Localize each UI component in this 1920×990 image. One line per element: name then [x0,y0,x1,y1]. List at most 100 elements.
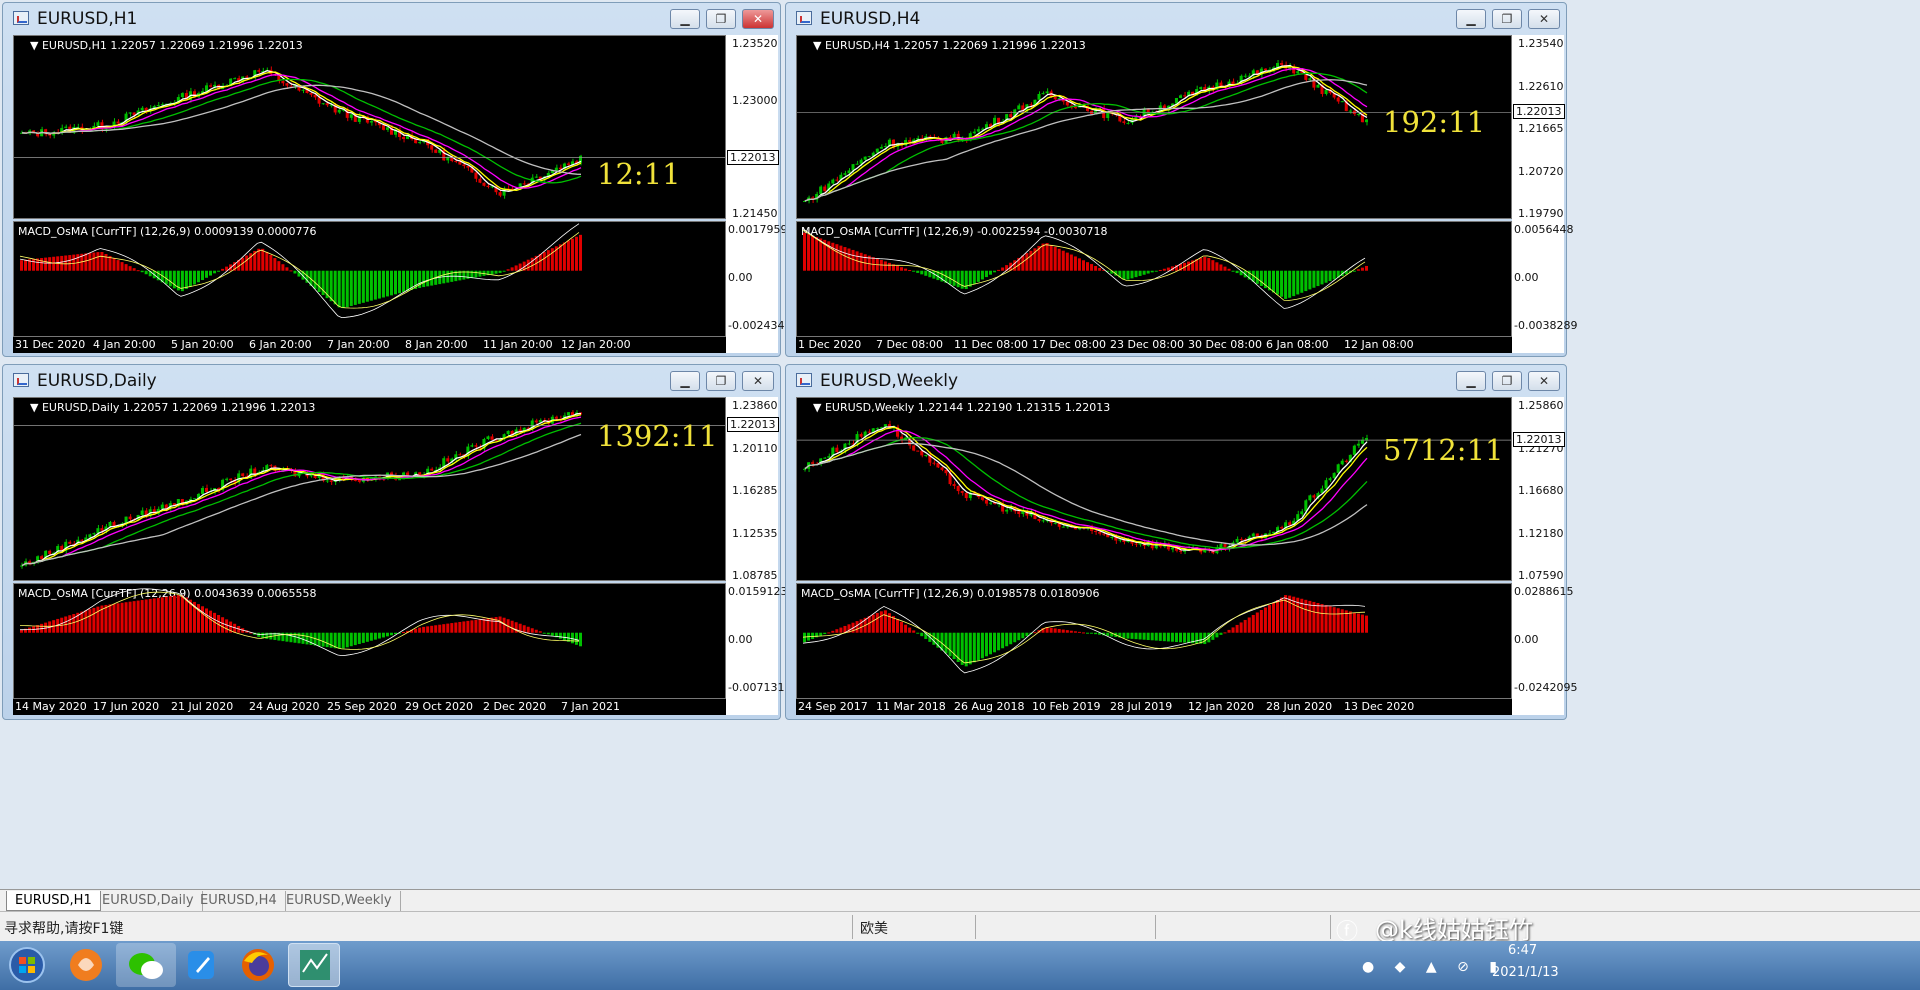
macd-panel[interactable]: MACD_OsMA [CurrTF] (12,26,9) 0.0043639 0… [13,583,726,699]
date-tick-label: 6 Jan 08:00 [1266,338,1329,351]
macd-panel[interactable]: MACD_OsMA [CurrTF] (12,26,9) -0.0022594 … [796,221,1512,337]
candle [64,539,68,554]
macd-bar [188,270,192,287]
price-axis: 1.235201.230001.224901.214501.220130.001… [726,35,791,353]
minimize-button[interactable]: ▁ [1456,371,1486,391]
taskbar-app-1[interactable] [56,943,116,987]
candle [1017,103,1021,110]
price-tick-label: 1.12180 [1518,526,1564,540]
candle [466,165,470,171]
candle [847,440,851,446]
maximize-button[interactable]: ❐ [1492,9,1522,29]
date-tick-label: 31 Dec 2020 [15,338,86,351]
candle [1340,100,1344,103]
macd-bar [1134,632,1138,640]
tab-h1[interactable]: EURUSD,H1 [6,891,101,911]
candle [1178,94,1183,99]
minimize-button[interactable]: ▁ [670,9,700,29]
macd-bar [466,620,470,633]
tab-weekly[interactable]: EURUSD,Weekly [278,891,401,911]
macd-bar [124,264,128,271]
macd-bar [1013,632,1017,643]
chart-window-icon [13,373,29,387]
macd-bar [353,270,357,305]
macd-bar [458,621,462,633]
price-tick-label: 1.16285 [732,484,778,497]
date-axis: 14 May 2020 17 Jun 2020 21 Jul 2020 24 Aug … [13,699,726,715]
chart-window-daily[interactable]: EURUSD,Daily ▁ ❐ ✕ ▼ EURUSD,Daily 1.2205… [2,364,791,720]
candle [1243,73,1247,79]
close-button[interactable]: ✕ [1528,9,1560,29]
macd-panel[interactable]: MACD_OsMA [CurrTF] (12,26,9) 0.0198578 0… [796,583,1512,699]
minimize-button[interactable]: ▁ [670,371,700,391]
candle [458,452,462,456]
macd-bar [1154,632,1158,641]
macd-bar [871,614,875,633]
macd-bar [1158,269,1162,271]
price-chart[interactable]: ▼ EURUSD,Daily 1.22057 1.22069 1.21996 1… [13,397,726,581]
macd-bar [40,258,44,271]
macd-bar [1276,600,1280,633]
macd-bar [1073,256,1077,271]
macd-svg: MACD_OsMA [CurrTF] (12,26,9) 0.0043639 0… [18,587,582,657]
macd-bar [478,270,482,277]
taskbar-app-3[interactable] [172,943,232,987]
tab-daily[interactable]: EURUSD,Daily [94,891,203,911]
clock-date[interactable]: 2021/1/13 [1492,965,1559,980]
macd-panel[interactable]: MACD_OsMA [CurrTF] (12,26,9) 0.0009139 0… [13,221,726,337]
macd-bar [883,261,887,271]
taskbar-wechat[interactable] [116,943,176,987]
macd-bar [546,250,550,271]
close-button[interactable]: ✕ [742,371,774,391]
chart-window-h4[interactable]: EURUSD,H4 ▁ ❐ ✕ ▼ EURUSD,H4 1.22057 1.22… [785,2,1577,357]
macd-bar [839,245,843,271]
macd-bar [819,238,823,271]
taskbar-firefox[interactable] [228,943,288,987]
minimize-button[interactable]: ▁ [1456,9,1486,29]
clock-time[interactable]: 6:47 [1508,943,1537,958]
maximize-button[interactable]: ❐ [1492,371,1522,391]
close-button[interactable]: ✕ [742,9,774,29]
current-price-label: 1.22013 [1513,104,1565,120]
macd-bar [1340,609,1344,633]
candle [209,83,213,88]
candle [470,443,474,448]
candle [1231,78,1235,85]
tab-h4[interactable]: EURUSD,H4 [192,891,286,911]
macd-bar [1223,266,1227,271]
candle [811,460,815,467]
macd-bar [1001,632,1005,649]
macd-tick-label: 0.0017959 [728,223,788,236]
tray-icons: ● ◆ ▲ ⊘ ▮ [1362,959,1505,975]
macd-bar [373,270,377,300]
macd-bar [984,632,988,657]
maximize-button[interactable]: ❐ [706,371,736,391]
macd-bar [1150,270,1154,273]
price-tick-label: 1.07590 [1518,569,1564,582]
macd-bar [398,270,402,294]
chart-window-weekly[interactable]: EURUSD,Weekly ▁ ❐ ✕ ▼ EURUSD,Weekly 1.22… [785,364,1577,720]
macd-bar [1146,270,1150,274]
macd-bar [1183,632,1187,643]
price-chart[interactable]: ▼ EURUSD,H4 1.22057 1.22069 1.21996 1.22… [796,35,1512,219]
date-tick-label: 14 May 2020 [15,700,87,713]
macd-bar [132,268,136,271]
candle [237,470,241,486]
start-button[interactable] [2,943,52,987]
candle [867,155,871,158]
chart-window-h1[interactable]: EURUSD,H1 ▁ ❐ ✕ ▼ EURUSD,H1 1.22057 1.22… [2,2,791,357]
price-chart[interactable]: ▼ EURUSD,H1 1.22057 1.22069 1.21996 1.22… [13,35,726,219]
taskbar-mt4[interactable] [288,943,340,987]
maximize-button[interactable]: ❐ [706,9,736,29]
price-chart[interactable]: ▼ EURUSD,Weekly 1.22144 1.22190 1.21315 … [796,397,1512,581]
macd-bar [912,630,916,633]
date-tick-label: 7 Jan 20:00 [327,338,390,351]
close-button[interactable]: ✕ [1528,371,1560,391]
macd-bar [570,238,574,271]
macd-bar [1352,612,1356,633]
chart-info-text: ▼ EURUSD,Daily 1.22057 1.22069 1.21996 1… [30,401,315,414]
macd-bar [1021,632,1025,639]
macd-bar [1017,632,1021,641]
candle [1118,539,1122,543]
macd-bar [1077,631,1081,633]
